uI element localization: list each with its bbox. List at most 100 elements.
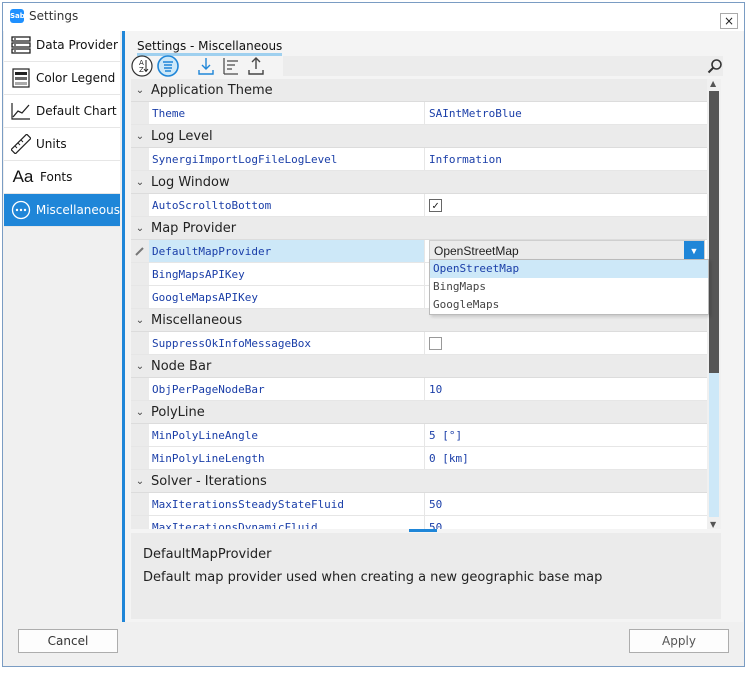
dropdown-option-googlemaps[interactable]: GoogleMaps xyxy=(430,296,708,314)
app-logo: Sabr xyxy=(10,9,28,23)
chevron-down-icon[interactable]: ⌄ xyxy=(131,131,149,142)
chevron-down-icon[interactable]: ⌄ xyxy=(131,85,149,96)
sidebar-item-data-provider[interactable]: Data Provider xyxy=(4,29,120,62)
category-label: Log Level xyxy=(151,128,213,144)
dropdown-option-openstreetmap[interactable]: OpenStreetMap xyxy=(430,260,708,278)
vertical-scrollbar[interactable]: ▲ ▼ xyxy=(707,79,721,529)
category-node-bar[interactable]: ⌄ Node Bar xyxy=(131,355,711,378)
category-log-level[interactable]: ⌄ Log Level xyxy=(131,125,711,148)
property-name: MinPolyLineLength xyxy=(149,447,425,469)
property-row-suppress-ok[interactable]: SuppressOkInfoMessageBox xyxy=(131,332,711,355)
category-label: Log Window xyxy=(151,174,230,190)
font-icon: Aa xyxy=(12,167,34,186)
map-provider-dropdown-list: OpenStreetMap BingMaps GoogleMaps xyxy=(429,259,709,315)
chevron-down-icon[interactable]: ⌄ xyxy=(131,177,149,188)
sidebar-item-default-chart[interactable]: Default Chart xyxy=(4,95,120,128)
property-value[interactable]: SAIntMetroBlue xyxy=(425,102,711,124)
property-row-max-iter-dynamic[interactable]: MaxIterationsDynamicFluid 50 xyxy=(131,516,711,529)
sidebar-item-fonts[interactable]: Aa Fonts xyxy=(4,161,120,194)
property-grid-toolbar: AZ xyxy=(131,55,723,77)
sort-list-button[interactable] xyxy=(220,55,242,77)
sidebar-item-color-legend[interactable]: Color Legend xyxy=(4,62,120,95)
property-value[interactable]: 10 xyxy=(425,378,711,400)
description-text: Default map provider used when creating … xyxy=(143,570,603,585)
cancel-button[interactable]: Cancel xyxy=(18,629,118,653)
sidebar-item-label: Units xyxy=(36,137,67,151)
property-name: MaxIterationsDynamicFluid xyxy=(149,516,425,529)
category-solver-iterations[interactable]: ⌄ Solver - Iterations xyxy=(131,470,711,493)
title-bar: Sabr Settings × xyxy=(3,3,744,31)
chevron-down-icon[interactable]: ⌄ xyxy=(131,361,149,372)
category-label: Miscellaneous xyxy=(151,312,243,328)
property-name: SuppressOkInfoMessageBox xyxy=(149,332,425,354)
property-row-min-polyline-angle[interactable]: MinPolyLineAngle 5 [°] xyxy=(131,424,711,447)
property-value[interactable]: 50 xyxy=(425,516,711,530)
close-button[interactable]: × xyxy=(720,13,738,29)
property-row-log-level[interactable]: SynergiImportLogFileLogLevel Information xyxy=(131,148,711,171)
dropdown-arrow-icon[interactable]: ▼ xyxy=(684,241,704,261)
category-polyline[interactable]: ⌄ PolyLine xyxy=(131,401,711,424)
search-icon xyxy=(707,59,722,74)
property-row-min-polyline-length[interactable]: MinPolyLineLength 0 [km] xyxy=(131,447,711,470)
chevron-down-icon[interactable]: ⌄ xyxy=(131,476,149,487)
sidebar-item-units[interactable]: Units xyxy=(4,128,120,161)
property-name: Theme xyxy=(149,102,425,124)
sort-az-icon: AZ xyxy=(131,55,153,77)
import-button[interactable] xyxy=(195,55,217,77)
categorized-icon xyxy=(157,55,179,77)
property-value[interactable]: 50 xyxy=(425,493,711,515)
property-search-input[interactable] xyxy=(283,56,723,76)
chevron-down-icon[interactable]: ⌄ xyxy=(131,223,149,234)
property-row-obj-per-page[interactable]: ObjPerPageNodeBar 10 xyxy=(131,378,711,401)
property-name: ObjPerPageNodeBar xyxy=(149,378,425,400)
dropdown-option-bingmaps[interactable]: BingMaps xyxy=(430,278,708,296)
chart-icon xyxy=(10,100,32,122)
category-label: Solver - Iterations xyxy=(151,473,267,489)
property-name: GoogleMapsAPIKey xyxy=(149,286,425,308)
category-application-theme[interactable]: ⌄ Application Theme xyxy=(131,79,711,102)
property-name: MinPolyLineAngle xyxy=(149,424,425,446)
ruler-icon xyxy=(10,133,32,155)
list-sort-icon xyxy=(223,58,238,75)
scroll-down-icon[interactable]: ▼ xyxy=(710,520,716,529)
category-log-window[interactable]: ⌄ Log Window xyxy=(131,171,711,194)
splitter-handle[interactable] xyxy=(409,529,437,532)
property-value[interactable]: 5 [°] xyxy=(425,424,711,446)
window-title: Settings xyxy=(29,9,79,23)
sidebar-item-label: Data Provider xyxy=(36,38,118,52)
server-icon xyxy=(10,34,32,56)
autoscroll-checkbox[interactable]: ✓ xyxy=(429,198,442,212)
download-icon xyxy=(198,58,214,75)
sidebar-item-label: Default Chart xyxy=(36,104,117,118)
sort-alphabetical-button[interactable]: AZ xyxy=(131,55,153,77)
suppress-ok-checkbox[interactable] xyxy=(429,336,442,350)
category-label: PolyLine xyxy=(151,404,205,420)
categorized-button[interactable] xyxy=(157,55,179,77)
sidebar-item-label: Fonts xyxy=(40,170,73,184)
property-name: DefaultMapProvider xyxy=(149,240,425,262)
settings-sidebar: Data Provider Color Legend Default Chart… xyxy=(4,29,120,227)
category-label: Node Bar xyxy=(151,358,212,374)
property-row-max-iter-steady[interactable]: MaxIterationsSteadyStateFluid 50 xyxy=(131,493,711,516)
settings-panel: Settings - Miscellaneous AZ ⌄ Application… xyxy=(122,31,743,622)
property-value[interactable]: Information xyxy=(425,148,711,170)
property-value[interactable]: 0 [km] xyxy=(425,447,711,469)
property-name: SynergiImportLogFileLogLevel xyxy=(149,148,425,170)
pencil-icon xyxy=(135,247,144,256)
svg-text:Z: Z xyxy=(139,66,144,74)
category-label: Application Theme xyxy=(151,82,273,98)
export-button[interactable] xyxy=(245,55,267,77)
scroll-up-icon[interactable]: ▲ xyxy=(710,79,716,88)
apply-button[interactable]: Apply xyxy=(629,629,729,653)
property-name: AutoScrolltoBottom xyxy=(149,194,425,216)
scrollbar-thumb[interactable] xyxy=(709,91,719,373)
property-row-autoscroll[interactable]: AutoScrolltoBottom ✓ xyxy=(131,194,711,217)
combobox-value: OpenStreetMap xyxy=(434,244,519,258)
property-row-theme[interactable]: Theme SAIntMetroBlue xyxy=(131,102,711,125)
property-name: MaxIterationsSteadyStateFluid xyxy=(149,493,425,515)
chevron-down-icon[interactable]: ⌄ xyxy=(131,315,149,326)
sidebar-item-miscellaneous[interactable]: Miscellaneous xyxy=(4,194,120,227)
category-map-provider[interactable]: ⌄ Map Provider xyxy=(131,217,711,240)
chevron-down-icon[interactable]: ⌄ xyxy=(131,407,149,418)
description-title: DefaultMapProvider xyxy=(143,547,272,562)
